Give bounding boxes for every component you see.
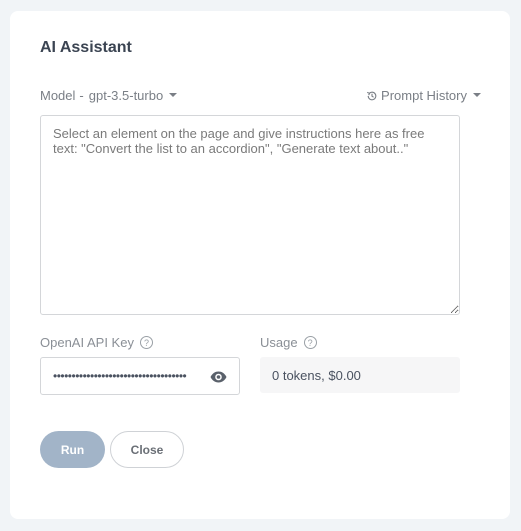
history-icon — [367, 91, 377, 100]
api-key-input[interactable] — [41, 358, 201, 394]
eye-icon[interactable] — [210, 370, 227, 388]
prompt-textarea[interactable] — [40, 115, 460, 315]
api-key-label: OpenAI API Key — [40, 335, 134, 350]
api-key-field — [40, 357, 240, 395]
model-separator: - — [79, 88, 84, 103]
api-key-label-row: OpenAI API Key ? — [40, 335, 153, 350]
caret-down-icon — [473, 92, 481, 97]
prompt-history-dropdown[interactable]: Prompt History — [366, 88, 481, 103]
model-selector[interactable]: Model - gpt-3.5-turbo — [40, 88, 178, 103]
question-circle-icon[interactable]: ? — [139, 336, 153, 349]
model-value: gpt-3.5-turbo — [88, 88, 164, 103]
usage-label-row: Usage ? — [260, 335, 317, 350]
model-label: Model — [40, 88, 76, 103]
question-circle-icon[interactable]: ? — [303, 336, 317, 349]
usage-value: 0 tokens, $0.00 — [260, 357, 460, 393]
dialog-title: AI Assistant — [40, 39, 132, 56]
usage-label: Usage — [260, 335, 298, 350]
close-button[interactable]: Close — [110, 431, 184, 468]
prompt-history-label: Prompt History — [381, 88, 467, 103]
run-button[interactable]: Run — [40, 431, 105, 468]
caret-down-icon — [169, 92, 178, 97]
